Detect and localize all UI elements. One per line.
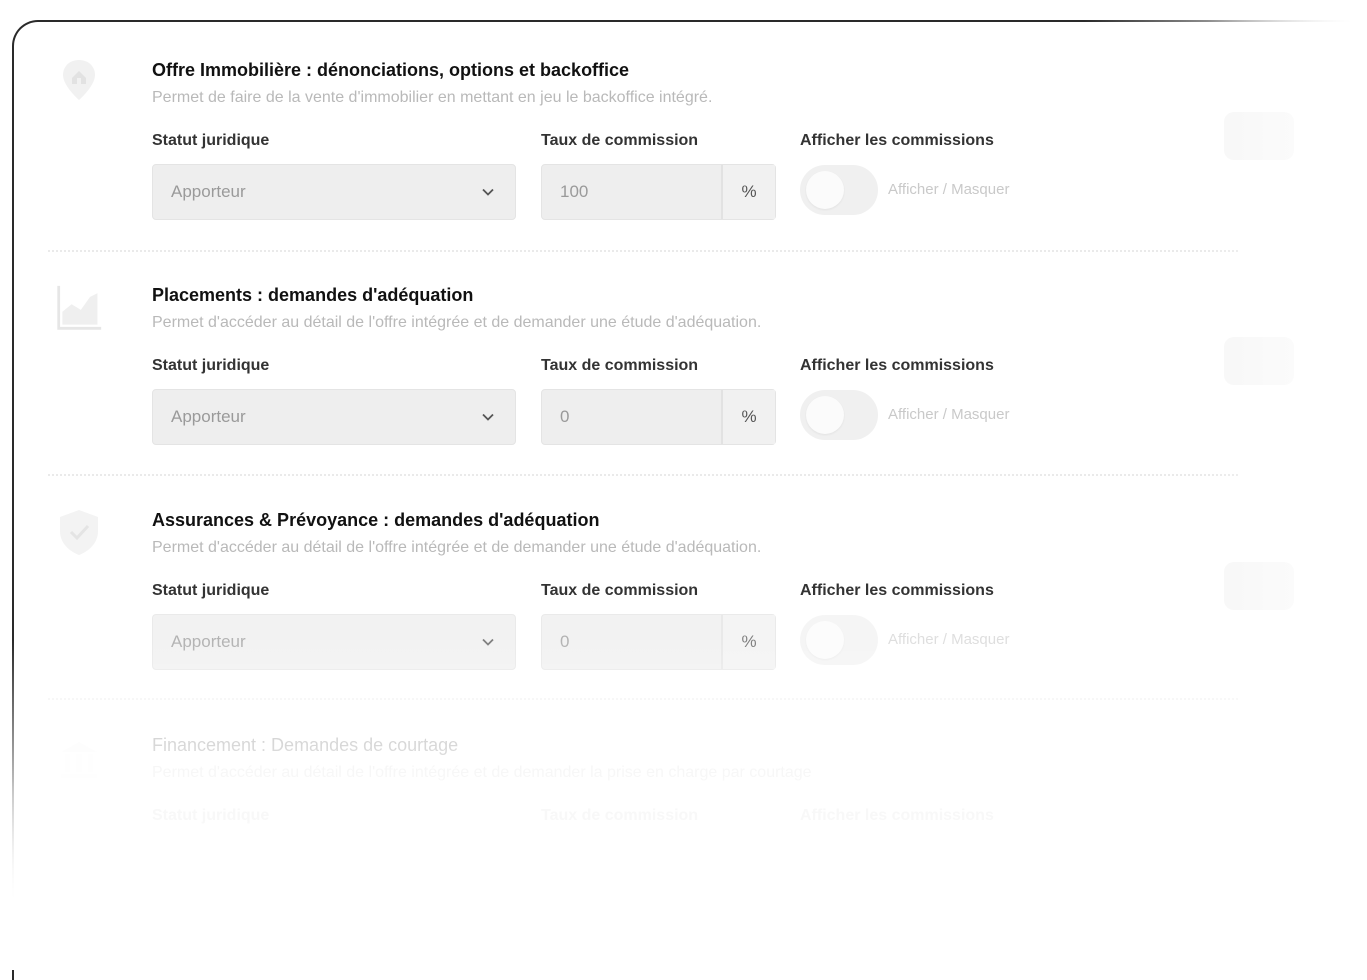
bank-icon [55, 736, 103, 784]
taux-value: 0 [560, 632, 570, 651]
divider [48, 698, 1238, 700]
commission-toggle[interactable] [800, 615, 878, 665]
toggle-label: Afficher / Masquer [888, 181, 1010, 198]
taux-value: 0 [560, 407, 570, 426]
taux-input[interactable]: 0 % [541, 389, 776, 445]
chart-icon [55, 284, 103, 332]
taux-label: Taux de commission [541, 582, 699, 599]
section-action-button[interactable] [1224, 337, 1294, 385]
toggle-label: Afficher / Masquer [888, 406, 1010, 423]
statut-select[interactable]: Apporteur [152, 389, 516, 445]
section-description: Permet d'accéder au détail de l'offre in… [152, 314, 762, 331]
taux-label: Taux de commission [541, 357, 699, 374]
taux-label: Taux de commission [541, 132, 699, 149]
taux-input[interactable]: 0 % [541, 614, 776, 670]
percent-unit: % [721, 390, 775, 444]
divider [48, 474, 1238, 476]
shield-check-icon [55, 508, 103, 556]
chevron-down-icon [482, 413, 494, 421]
statut-label: Statut juridique [152, 582, 270, 599]
afficher-label: Afficher les commissions [800, 132, 994, 149]
statut-select-value: Apporteur [171, 182, 246, 201]
commission-toggle[interactable] [800, 165, 878, 215]
chevron-down-icon [482, 638, 494, 646]
section-description: Permet de faire de la vente d'immobilier… [152, 89, 713, 106]
afficher-label: Afficher les commissions [800, 807, 994, 824]
section-description: Permet d'accéder au détail de l'offre in… [152, 764, 812, 781]
section-action-button[interactable] [1224, 562, 1294, 610]
statut-select-value: Apporteur [171, 632, 246, 651]
toggle-knob [806, 621, 844, 659]
section-title: Assurances & Prévoyance : demandes d'adé… [152, 510, 600, 530]
statut-select[interactable]: Apporteur [152, 614, 516, 670]
section-title: Financement : Demandes de courtage [152, 735, 459, 755]
taux-label: Taux de commission [541, 807, 699, 824]
statut-select[interactable]: Apporteur [152, 164, 516, 220]
statut-label: Statut juridique [152, 807, 270, 824]
toggle-label: Afficher / Masquer [888, 631, 1010, 648]
statut-select-value: Apporteur [171, 407, 246, 426]
chevron-down-icon [482, 188, 494, 196]
taux-value: 100 [560, 182, 589, 201]
taux-input[interactable]: 100 % [541, 164, 776, 220]
afficher-label: Afficher les commissions [800, 357, 994, 374]
section-title: Offre Immobilière : dénonciations, optio… [152, 60, 630, 80]
commission-toggle[interactable] [800, 390, 878, 440]
toggle-knob [806, 171, 844, 209]
statut-label: Statut juridique [152, 357, 270, 374]
house-pin-icon [55, 56, 103, 104]
section-description: Permet d'accéder au détail de l'offre in… [152, 539, 762, 556]
percent-unit: % [721, 615, 775, 669]
percent-unit: % [721, 165, 775, 219]
section-title: Placements : demandes d'adéquation [152, 285, 474, 305]
afficher-label: Afficher les commissions [800, 582, 994, 599]
section-action-button[interactable] [1224, 112, 1294, 160]
toggle-knob [806, 396, 844, 434]
statut-label: Statut juridique [152, 132, 270, 149]
divider [48, 250, 1238, 252]
